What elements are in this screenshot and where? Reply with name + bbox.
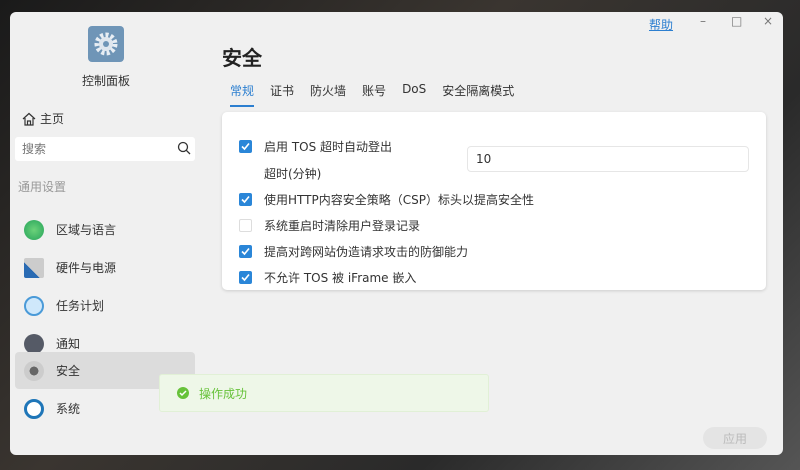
tab-general[interactable]: 常规 — [230, 82, 255, 107]
system-clock-icon — [24, 398, 44, 419]
help-link[interactable]: 帮助 — [649, 16, 673, 33]
checkbox-checked[interactable] — [239, 193, 252, 206]
maximize-button[interactable]: □ — [731, 14, 742, 28]
search-icon[interactable] — [177, 141, 191, 155]
home-label: 主页 — [40, 112, 65, 126]
toast-message: 操作成功 — [199, 386, 248, 401]
tab-certificate[interactable]: 证书 — [270, 82, 294, 107]
task-list-icon — [24, 295, 44, 316]
timeout-label: 超时(分钟) — [264, 167, 322, 181]
option-label: 使用HTTP内容安全策略（CSP）标头以提高安全性 — [264, 193, 534, 207]
option-clear-login-records[interactable]: 系统重启时清除用户登录记录 — [239, 217, 420, 234]
globe-icon — [24, 219, 44, 240]
tab-dos[interactable]: DoS — [402, 82, 426, 107]
control-panel-gear-icon — [88, 26, 124, 62]
option-disallow-iframe[interactable]: 不允许 TOS 被 iFrame 嵌入 — [239, 269, 416, 286]
chat-bubble-icon — [24, 333, 44, 354]
tab-firewall[interactable]: 防火墙 — [310, 82, 346, 107]
sidebar-item-label: 安全 — [56, 364, 81, 378]
sidebar-item-region-language[interactable]: 区域与语言 — [15, 211, 195, 248]
tab-account[interactable]: 账号 — [362, 82, 386, 107]
tab-isolation-mode[interactable]: 安全隔离模式 — [442, 82, 514, 107]
home-link[interactable]: 主页 — [22, 110, 64, 127]
apply-button[interactable]: 应用 — [703, 427, 767, 449]
tools-icon — [24, 257, 44, 278]
option-label: 提高对跨网站伪造请求攻击的防御能力 — [264, 245, 469, 259]
checkbox-unchecked[interactable] — [239, 219, 252, 232]
app-title: 控制面板 — [81, 74, 130, 88]
option-auto-logout[interactable]: 启用 TOS 超时自动登出 — [239, 138, 392, 155]
section-general-settings: 通用设置 — [18, 180, 67, 194]
option-label: 不允许 TOS 被 iFrame 嵌入 — [264, 271, 417, 285]
search-input[interactable] — [15, 137, 195, 161]
checkbox-checked[interactable] — [239, 271, 252, 284]
tab-bar: 常规 证书 防火墙 账号 DoS 安全隔离模式 — [230, 82, 514, 107]
sidebar-item-label: 系统 — [56, 402, 81, 416]
page-title: 安全 — [222, 46, 262, 70]
sidebar-item-label: 硬件与电源 — [56, 261, 117, 275]
option-csp-header[interactable]: 使用HTTP内容安全策略（CSP）标头以提高安全性 — [239, 191, 534, 208]
close-button[interactable]: × — [763, 14, 773, 28]
lock-icon — [24, 360, 44, 381]
success-check-icon — [177, 387, 189, 399]
checkbox-checked[interactable] — [239, 245, 252, 258]
success-toast: 操作成功 — [159, 374, 489, 412]
option-label: 系统重启时清除用户登录记录 — [264, 219, 421, 233]
sidebar-item-label: 区域与语言 — [56, 223, 117, 237]
option-label: 启用 TOS 超时自动登出 — [264, 140, 393, 154]
option-csrf-protection[interactable]: 提高对跨网站伪造请求攻击的防御能力 — [239, 243, 468, 260]
sidebar-item-label: 任务计划 — [56, 299, 105, 313]
sidebar-item-label: 通知 — [56, 337, 81, 351]
sidebar-item-hardware-power[interactable]: 硬件与电源 — [15, 249, 195, 286]
sidebar-item-task-scheduler[interactable]: 任务计划 — [15, 287, 195, 324]
home-icon — [22, 112, 36, 126]
settings-card: 启用 TOS 超时自动登出 超时(分钟) 使用HTTP内容安全策略（CSP）标头… — [222, 112, 766, 290]
minimize-button[interactable]: – — [700, 14, 706, 28]
checkbox-checked[interactable] — [239, 140, 252, 153]
timeout-input[interactable] — [467, 146, 749, 172]
